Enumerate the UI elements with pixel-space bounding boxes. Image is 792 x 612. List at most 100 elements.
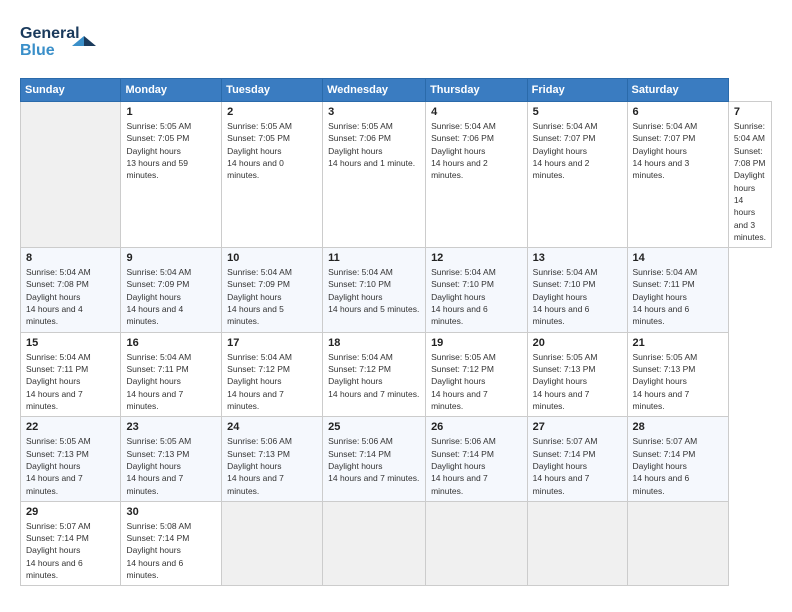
calendar-cell: 12 Sunrise: 5:04 AM Sunset: 7:10 PM Dayl… <box>426 248 528 333</box>
day-number: 11 <box>328 252 420 264</box>
calendar-cell <box>323 501 426 586</box>
calendar-cell: 21 Sunrise: 5:05 AM Sunset: 7:13 PM Dayl… <box>627 332 728 417</box>
day-number: 24 <box>227 421 317 433</box>
day-number: 20 <box>533 337 622 349</box>
day-number: 7 <box>734 106 766 118</box>
day-number: 9 <box>126 252 216 264</box>
day-info: Sunrise: 5:04 AM Sunset: 7:10 PM Dayligh… <box>431 266 522 328</box>
calendar-cell: 13 Sunrise: 5:04 AM Sunset: 7:10 PM Dayl… <box>527 248 627 333</box>
day-info: Sunrise: 5:05 AM Sunset: 7:06 PM Dayligh… <box>328 120 420 169</box>
calendar-cell: 29 Sunrise: 5:07 AM Sunset: 7:14 PM Dayl… <box>21 501 121 586</box>
calendar-cell: 30 Sunrise: 5:08 AM Sunset: 7:14 PM Dayl… <box>121 501 222 586</box>
calendar-cell <box>527 501 627 586</box>
svg-text:Blue: Blue <box>20 42 55 59</box>
calendar-cell: 24 Sunrise: 5:06 AM Sunset: 7:13 PM Dayl… <box>222 417 323 502</box>
day-info: Sunrise: 5:04 AM Sunset: 7:07 PM Dayligh… <box>533 120 622 182</box>
calendar-cell: 26 Sunrise: 5:06 AM Sunset: 7:14 PM Dayl… <box>426 417 528 502</box>
day-info: Sunrise: 5:05 AM Sunset: 7:13 PM Dayligh… <box>126 435 216 497</box>
day-info: Sunrise: 5:05 AM Sunset: 7:12 PM Dayligh… <box>431 351 522 413</box>
page: General Blue Sunday Monday Tuesday Wedne… <box>0 0 792 612</box>
calendar-cell: 14 Sunrise: 5:04 AM Sunset: 7:11 PM Dayl… <box>627 248 728 333</box>
day-number: 30 <box>126 506 216 518</box>
day-number: 25 <box>328 421 420 433</box>
day-number: 10 <box>227 252 317 264</box>
day-info: Sunrise: 5:05 AM Sunset: 7:13 PM Dayligh… <box>26 435 115 497</box>
day-number: 12 <box>431 252 522 264</box>
calendar-cell: 1 Sunrise: 5:05 AM Sunset: 7:05 PM Dayli… <box>121 102 222 248</box>
calendar-cell: 9 Sunrise: 5:04 AM Sunset: 7:09 PM Dayli… <box>121 248 222 333</box>
day-number: 28 <box>633 421 723 433</box>
day-number: 22 <box>26 421 115 433</box>
day-info: Sunrise: 5:04 AM Sunset: 7:07 PM Dayligh… <box>633 120 723 182</box>
col-monday: Monday <box>121 79 222 102</box>
day-info: Sunrise: 5:07 AM Sunset: 7:14 PM Dayligh… <box>26 520 115 582</box>
col-wednesday: Wednesday <box>323 79 426 102</box>
calendar-cell: 18 Sunrise: 5:04 AM Sunset: 7:12 PM Dayl… <box>323 332 426 417</box>
day-info: Sunrise: 5:06 AM Sunset: 7:14 PM Dayligh… <box>431 435 522 497</box>
day-number: 1 <box>126 106 216 118</box>
col-thursday: Thursday <box>426 79 528 102</box>
calendar-cell: 2 Sunrise: 5:05 AM Sunset: 7:05 PM Dayli… <box>222 102 323 248</box>
calendar-cell: 11 Sunrise: 5:04 AM Sunset: 7:10 PM Dayl… <box>323 248 426 333</box>
day-number: 21 <box>633 337 723 349</box>
day-number: 2 <box>227 106 317 118</box>
day-number: 23 <box>126 421 216 433</box>
day-info: Sunrise: 5:04 AM Sunset: 7:09 PM Dayligh… <box>126 266 216 328</box>
day-number: 4 <box>431 106 522 118</box>
day-number: 3 <box>328 106 420 118</box>
calendar-cell: 4 Sunrise: 5:04 AM Sunset: 7:06 PM Dayli… <box>426 102 528 248</box>
day-number: 6 <box>633 106 723 118</box>
calendar-table: Sunday Monday Tuesday Wednesday Thursday… <box>20 78 772 586</box>
day-info: Sunrise: 5:07 AM Sunset: 7:14 PM Dayligh… <box>633 435 723 497</box>
day-number: 15 <box>26 337 115 349</box>
day-info: Sunrise: 5:07 AM Sunset: 7:14 PM Dayligh… <box>533 435 622 497</box>
day-number: 26 <box>431 421 522 433</box>
calendar-cell: 25 Sunrise: 5:06 AM Sunset: 7:14 PM Dayl… <box>323 417 426 502</box>
calendar-cell: 23 Sunrise: 5:05 AM Sunset: 7:13 PM Dayl… <box>121 417 222 502</box>
day-number: 13 <box>533 252 622 264</box>
day-number: 19 <box>431 337 522 349</box>
calendar-cell: 6 Sunrise: 5:04 AM Sunset: 7:07 PM Dayli… <box>627 102 728 248</box>
calendar-cell: 3 Sunrise: 5:05 AM Sunset: 7:06 PM Dayli… <box>323 102 426 248</box>
calendar-cell: 10 Sunrise: 5:04 AM Sunset: 7:09 PM Dayl… <box>222 248 323 333</box>
day-number: 14 <box>633 252 723 264</box>
day-info: Sunrise: 5:05 AM Sunset: 7:13 PM Dayligh… <box>533 351 622 413</box>
day-number: 27 <box>533 421 622 433</box>
calendar-cell <box>426 501 528 586</box>
header: General Blue <box>20 18 772 68</box>
calendar-cell: 28 Sunrise: 5:07 AM Sunset: 7:14 PM Dayl… <box>627 417 728 502</box>
calendar-cell <box>21 102 121 248</box>
day-info: Sunrise: 5:08 AM Sunset: 7:14 PM Dayligh… <box>126 520 216 582</box>
logo: General Blue <box>20 18 110 68</box>
calendar-cell: 19 Sunrise: 5:05 AM Sunset: 7:12 PM Dayl… <box>426 332 528 417</box>
day-info: Sunrise: 5:05 AM Sunset: 7:13 PM Dayligh… <box>633 351 723 413</box>
day-number: 8 <box>26 252 115 264</box>
calendar-cell <box>627 501 728 586</box>
day-number: 5 <box>533 106 622 118</box>
day-info: Sunrise: 5:06 AM Sunset: 7:14 PM Dayligh… <box>328 435 420 484</box>
day-number: 16 <box>126 337 216 349</box>
calendar-cell: 20 Sunrise: 5:05 AM Sunset: 7:13 PM Dayl… <box>527 332 627 417</box>
day-info: Sunrise: 5:04 AM Sunset: 7:08 PM Dayligh… <box>734 120 766 243</box>
svg-text:General: General <box>20 25 80 42</box>
day-info: Sunrise: 5:04 AM Sunset: 7:06 PM Dayligh… <box>431 120 522 182</box>
day-number: 29 <box>26 506 115 518</box>
calendar-cell: 5 Sunrise: 5:04 AM Sunset: 7:07 PM Dayli… <box>527 102 627 248</box>
col-saturday: Saturday <box>627 79 728 102</box>
calendar-cell <box>222 501 323 586</box>
day-info: Sunrise: 5:04 AM Sunset: 7:10 PM Dayligh… <box>533 266 622 328</box>
calendar-cell: 16 Sunrise: 5:04 AM Sunset: 7:11 PM Dayl… <box>121 332 222 417</box>
logo-text: General Blue <box>20 18 110 68</box>
col-sunday: Sunday <box>21 79 121 102</box>
day-info: Sunrise: 5:05 AM Sunset: 7:05 PM Dayligh… <box>227 120 317 182</box>
calendar-cell: 22 Sunrise: 5:05 AM Sunset: 7:13 PM Dayl… <box>21 417 121 502</box>
day-info: Sunrise: 5:04 AM Sunset: 7:12 PM Dayligh… <box>328 351 420 400</box>
calendar-cell: 7 Sunrise: 5:04 AM Sunset: 7:08 PM Dayli… <box>728 102 771 248</box>
day-info: Sunrise: 5:04 AM Sunset: 7:11 PM Dayligh… <box>633 266 723 328</box>
day-info: Sunrise: 5:04 AM Sunset: 7:10 PM Dayligh… <box>328 266 420 315</box>
calendar-cell: 27 Sunrise: 5:07 AM Sunset: 7:14 PM Dayl… <box>527 417 627 502</box>
col-tuesday: Tuesday <box>222 79 323 102</box>
day-info: Sunrise: 5:05 AM Sunset: 7:05 PM Dayligh… <box>126 120 216 182</box>
day-info: Sunrise: 5:04 AM Sunset: 7:11 PM Dayligh… <box>126 351 216 413</box>
day-info: Sunrise: 5:04 AM Sunset: 7:11 PM Dayligh… <box>26 351 115 413</box>
